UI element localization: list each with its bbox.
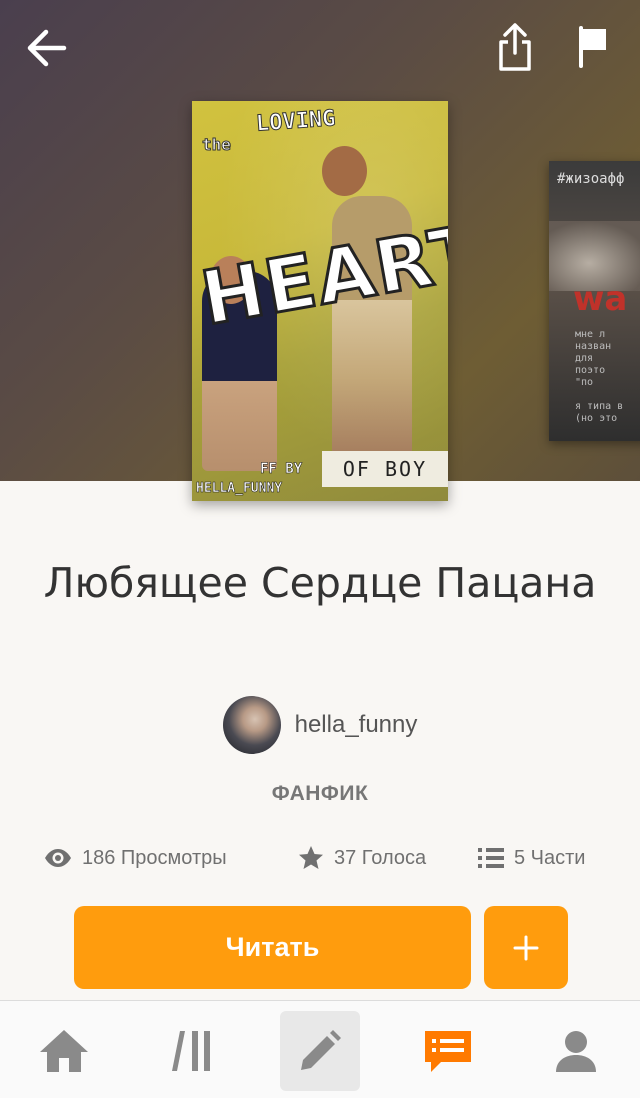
cover-bottom-word: OF BOY <box>322 451 448 487</box>
pencil-icon <box>301 1030 341 1070</box>
add-to-library-button[interactable] <box>484 906 568 989</box>
tab-library[interactable] <box>152 1011 232 1091</box>
cover-author-tag: HELLA_FUNNY <box>196 481 283 497</box>
share-icon <box>499 23 531 71</box>
cover-lines: мне л назван для поэто "по я типа в (но … <box>575 329 624 424</box>
home-icon <box>40 1030 88 1072</box>
story-cover[interactable]: the LOVING HEART FF BY OF BOY HELLA_FUNN… <box>192 101 448 501</box>
parts-stat: 5 Части <box>478 840 585 876</box>
story-title: Любящее Сердце Пацана <box>43 559 597 607</box>
read-button-label: Читать <box>225 932 320 962</box>
library-icon <box>172 1031 210 1071</box>
category-label[interactable]: ФАНФИК <box>0 782 640 806</box>
story-stats: 186 Просмотры 37 Голоса 5 Части <box>44 840 624 876</box>
cover-top-word: LOVING <box>255 106 337 137</box>
tab-home[interactable] <box>24 1011 104 1091</box>
profile-icon <box>556 1031 596 1072</box>
views-stat: 186 Просмотры <box>44 840 227 876</box>
list-icon <box>478 848 504 868</box>
plus-icon <box>513 935 539 960</box>
read-button[interactable]: Читать <box>74 906 471 989</box>
cover-tag: #жизоафф <box>557 171 625 187</box>
parts-count: 5 Части <box>514 846 586 869</box>
star-icon <box>299 846 323 869</box>
avatar[interactable] <box>222 696 281 754</box>
report-button[interactable] <box>570 20 616 72</box>
back-button[interactable] <box>18 22 74 74</box>
messages-icon <box>425 1031 471 1072</box>
tab-bar <box>0 1000 640 1098</box>
cover-ff-by: FF BY <box>260 461 303 478</box>
cover-big-word: wa <box>573 279 628 319</box>
tab-profile[interactable] <box>536 1011 616 1091</box>
author-name[interactable]: hella_funny <box>295 711 418 739</box>
views-count: 186 Просмотры <box>82 846 227 869</box>
votes-count: 37 Голоса <box>334 846 427 869</box>
flag-icon <box>579 26 606 68</box>
author-row[interactable]: hella_funny <box>0 696 640 754</box>
tab-messages[interactable] <box>408 1011 488 1091</box>
cover-figure-right-head <box>322 146 367 196</box>
cover-the-word: the <box>202 135 232 155</box>
votes-stat: 37 Голоса <box>298 840 426 876</box>
eye-icon <box>45 849 71 867</box>
next-story-cover[interactable]: #жизоафф wa мне л назван для поэто "по я… <box>549 161 640 441</box>
tab-write[interactable] <box>280 1011 360 1091</box>
share-button[interactable] <box>490 18 540 76</box>
arrow-left-icon <box>27 29 67 67</box>
